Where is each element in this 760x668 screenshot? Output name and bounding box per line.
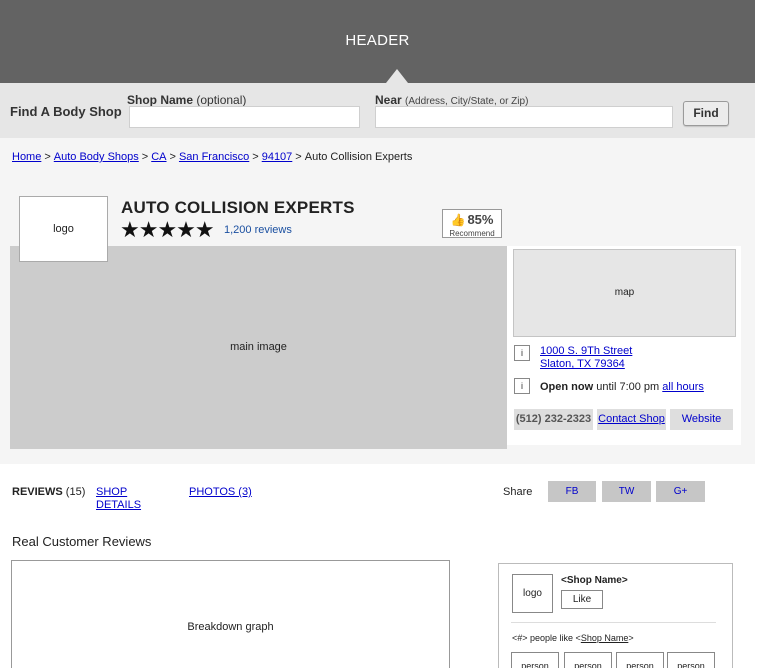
tab-photos[interactable]: PHOTOS (3) (189, 486, 252, 499)
hours-info-icon: i (514, 378, 530, 394)
near-label: Near (Address, City/State, or Zip) (375, 93, 528, 107)
breadcrumb-separator: > (295, 151, 302, 163)
share-twitter-button[interactable]: TW (602, 481, 651, 502)
find-button[interactable]: Find (683, 101, 729, 126)
breakdown-graph: Breakdown graph (11, 560, 450, 668)
phone-button[interactable]: (512) 232-2323 (514, 409, 593, 430)
contact-shop-button[interactable]: Contact Shop (597, 409, 666, 430)
recommend-percent-row: 👍 85% (443, 210, 501, 229)
like-box-divider (511, 622, 716, 623)
person-avatar[interactable]: person (511, 652, 559, 668)
real-customer-reviews-title: Real Customer Reviews (12, 534, 152, 549)
breadcrumb: Home > Auto Body Shops > CA > San Francisco >94… (12, 151, 412, 163)
breadcrumb-separator: > (169, 151, 176, 163)
breadcrumb-san-francisco[interactable]: San Francisco (179, 151, 249, 163)
breadcrumb-home[interactable]: Home (12, 151, 41, 163)
share-facebook-button[interactable]: FB (548, 481, 596, 502)
search-bar: Find A Body Shop Shop Name (optional) Ne… (0, 83, 755, 138)
page: HEADER Find A Body Shop Shop Name (optio… (0, 0, 760, 668)
reviews-count-link[interactable]: 1,200 reviews (224, 224, 292, 236)
breadcrumb-separator: > (252, 151, 259, 163)
shop-name-label: Shop Name (optional) (127, 93, 246, 107)
address-line2-link[interactable]: Slaton, TX 79364 (540, 358, 632, 371)
shop-logo: logo (19, 196, 108, 262)
like-button[interactable]: Like (561, 590, 603, 609)
find-body-shop-label: Find A Body Shop (10, 104, 122, 119)
hours-status: Open now until 7:00 pm all hours (540, 381, 704, 393)
open-until: until 7:00 pm (596, 381, 660, 393)
breadcrumb-ca[interactable]: CA (151, 151, 166, 163)
recommend-badge: 👍 85% Recommend (442, 209, 502, 238)
shop-name-label-text: Shop Name (127, 93, 194, 107)
breadcrumb-auto-body-shops[interactable]: Auto Body Shops (54, 151, 139, 163)
thumbs-up-icon: 👍 (450, 213, 466, 227)
website-button[interactable]: Website (670, 409, 733, 430)
people-like-prefix: <#> people like < (512, 633, 581, 643)
like-box-shop-name: <Shop Name> (561, 575, 628, 586)
people-like-suffix: > (628, 633, 634, 643)
share-google-plus-button[interactable]: G+ (656, 481, 705, 502)
all-hours-link[interactable]: all hours (662, 381, 704, 393)
shop-name-input[interactable] (129, 106, 360, 128)
share-label: Share (503, 486, 533, 498)
header-notch (386, 69, 408, 83)
person-avatar[interactable]: person (667, 652, 715, 668)
like-box-logo: logo (512, 574, 553, 613)
breadcrumb-separator: > (44, 151, 51, 163)
site-header: HEADER (0, 0, 755, 83)
address: 1000 S. 9Th Street Slaton, TX 79364 (540, 345, 632, 371)
breadcrumb-current: Auto Collision Experts (304, 151, 413, 163)
map[interactable]: map (513, 249, 736, 337)
breadcrumb-94107[interactable]: 94107 (262, 151, 293, 163)
near-input[interactable] (375, 106, 673, 128)
shop-name-hint: (optional) (196, 93, 247, 107)
people-like-text: <#> people like <Shop Name> (512, 633, 634, 643)
recommend-label: Recommend (449, 229, 495, 238)
header-title: HEADER (345, 32, 410, 49)
tab-reviews-count: (15) (65, 486, 86, 498)
near-label-text: Near (375, 93, 402, 107)
address-line1-link[interactable]: 1000 S. 9Th Street (540, 345, 632, 358)
tab-reviews[interactable]: REVIEWS (15) (12, 486, 85, 498)
main-image: main image (10, 246, 507, 449)
shop-name-title: AUTO COLLISION EXPERTS (121, 198, 355, 217)
star-rating: ★★★★★ (120, 217, 215, 242)
breadcrumb-separator: > (141, 151, 149, 163)
tab-shop-details[interactable]: SHOP DETAILS (96, 486, 146, 512)
open-now-label: Open now (540, 381, 594, 393)
address-info-icon: i (514, 345, 530, 361)
recommend-percent: 85% (467, 212, 494, 227)
tab-reviews-label: REVIEWS (12, 486, 63, 498)
person-avatar[interactable]: person (564, 652, 612, 668)
people-like-shop-link[interactable]: Shop Name (581, 633, 629, 643)
person-avatar[interactable]: person (616, 652, 664, 668)
